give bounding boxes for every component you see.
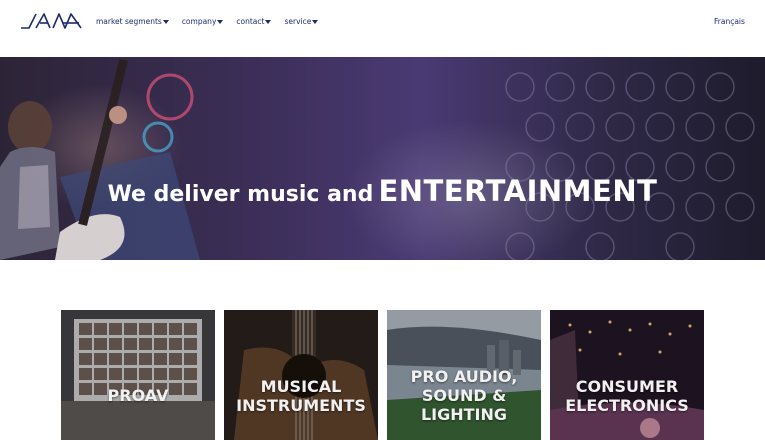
hero-title: We deliver music and ENTERTAINMENT [0, 174, 765, 208]
card-proav[interactable]: PROAV [61, 310, 215, 440]
stage-lights-image [142, 73, 194, 153]
nav-company-label: company [181, 17, 217, 26]
outdoor-party-image [550, 310, 704, 440]
caret-down-icon [162, 19, 169, 24]
market-segment-cards: PROAV MUSICAL INSTRUMENTS PRO AUDIO, SOU… [0, 310, 765, 440]
nav-service-label: service [284, 17, 312, 26]
nav-contact-label: contact [236, 17, 265, 26]
hero-banner: We deliver music and ENTERTAINMENT [0, 57, 765, 260]
language-switch[interactable]: Français [714, 17, 745, 26]
card-musical-instruments[interactable]: MUSICAL INSTRUMENTS [224, 310, 378, 440]
nav-service[interactable]: service [284, 17, 319, 26]
main-nav: market segments company contact service [96, 17, 331, 26]
speaker-wall-image [505, 72, 755, 260]
nav-market-segments-label: market segments [96, 17, 162, 26]
card-pro-audio[interactable]: PRO AUDIO, SOUND & LIGHTING [387, 310, 541, 440]
card-consumer-electronics[interactable]: CONSUMER ELECTRONICS [550, 310, 704, 440]
acoustic-guitar-image [224, 310, 378, 440]
site-header: market segments company contact service … [0, 0, 765, 57]
nav-market-segments[interactable]: market segments [96, 17, 169, 26]
card-proav-label: PROAV [107, 386, 169, 405]
card-pro-audio-label: PRO AUDIO, SOUND & LIGHTING [410, 367, 518, 424]
caret-down-icon [265, 19, 272, 24]
video-wall-image [61, 310, 215, 440]
nav-contact[interactable]: contact [236, 17, 272, 26]
card-consumer-electronics-label: CONSUMER ELECTRONICS [565, 377, 689, 415]
nav-company[interactable]: company [182, 17, 224, 26]
caret-down-icon [217, 19, 224, 24]
hero-title-part2: ENTERTAINMENT [378, 174, 658, 208]
caret-down-icon [312, 19, 319, 24]
card-musical-instruments-label: MUSICAL INSTRUMENTS [236, 377, 366, 415]
hero-title-part1: We deliver music and [107, 182, 374, 207]
company-logo[interactable] [19, 11, 83, 31]
